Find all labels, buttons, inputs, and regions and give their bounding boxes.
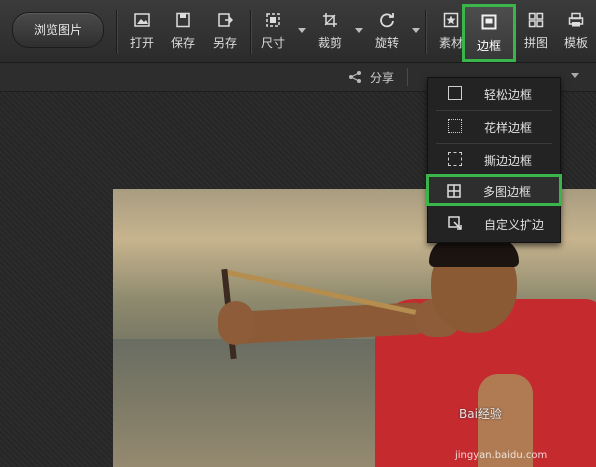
- tool-save-as[interactable]: 另存: [207, 10, 243, 56]
- tool-label: 保存: [170, 36, 195, 50]
- size-dropdown-arrow-icon[interactable]: [298, 28, 306, 33]
- share-icon: [349, 71, 361, 83]
- tool-template[interactable]: 模板: [558, 10, 594, 56]
- tool-label: 拼图: [523, 36, 548, 50]
- toolbar-divider: [250, 10, 252, 54]
- tool-label: 裁剪: [317, 36, 342, 50]
- tool-label: 另存: [212, 36, 237, 50]
- tool-label: 打开: [129, 36, 154, 50]
- tool-label: 边框: [476, 39, 501, 53]
- rotate-icon: [380, 13, 394, 28]
- multi-frame-icon: [447, 184, 461, 198]
- menu-item-label: 轻松边框: [484, 88, 533, 102]
- simple-frame-icon: [448, 86, 462, 100]
- menu-item-label: 花样边框: [484, 121, 533, 135]
- torn-frame-icon: [448, 152, 462, 166]
- crop-dropdown-arrow-icon[interactable]: [355, 28, 363, 33]
- menu-item-torn-frame[interactable]: 撕边边框: [428, 144, 560, 176]
- menu-item-simple-frame[interactable]: 轻松边框: [428, 78, 560, 110]
- custom-expand-icon: [448, 216, 462, 230]
- tool-label: 尺寸: [260, 36, 285, 50]
- watermark-logo: Bai经验: [459, 407, 502, 421]
- grid-icon: [528, 12, 544, 28]
- tool-border-selected[interactable]: 边框: [462, 4, 516, 62]
- resize-icon: [266, 13, 280, 27]
- menu-item-label: 撕边边框: [484, 154, 533, 168]
- tool-label: 旋转: [374, 36, 399, 50]
- share-button[interactable]: 分享: [370, 69, 394, 86]
- photo-hand: [218, 301, 254, 345]
- subbar-dropdown-arrow-icon[interactable]: [571, 73, 579, 78]
- watermark-url: jingyan.baidu.com: [455, 450, 548, 461]
- crop-icon: [323, 13, 337, 27]
- pattern-frame-icon: [448, 119, 462, 133]
- rotate-dropdown-arrow-icon[interactable]: [412, 28, 420, 33]
- menu-item-label: 多图边框: [483, 185, 532, 199]
- star-image-icon: [443, 12, 459, 28]
- menu-item-pattern-frame[interactable]: 花样边框: [428, 111, 560, 143]
- tool-size[interactable]: 尺寸: [255, 10, 291, 56]
- top-toolbar: 浏览图片 打开 保存 另存 尺寸 裁剪 旋转 素材 边框 拼图 模板: [0, 0, 596, 63]
- menu-item-custom-expand[interactable]: 自定义扩边: [428, 208, 560, 240]
- menu-item-label: 自定义扩边: [484, 218, 545, 232]
- printer-icon: [568, 12, 584, 27]
- save-as-icon: [218, 13, 233, 27]
- menu-item-multi-frame[interactable]: 多图边框: [426, 174, 562, 206]
- image-open-icon: [134, 13, 150, 27]
- tool-rotate[interactable]: 旋转: [369, 10, 405, 56]
- save-icon: [176, 12, 190, 28]
- browse-images-button[interactable]: 浏览图片: [12, 12, 104, 48]
- toolbar-divider: [116, 10, 118, 54]
- tool-crop[interactable]: 裁剪: [312, 10, 348, 56]
- tool-collage[interactable]: 拼图: [518, 10, 554, 56]
- border-dropdown-menu: 轻松边框 花样边框 撕边边框 多图边框 自定义扩边: [426, 77, 562, 243]
- subbar-divider: [407, 68, 408, 86]
- tool-label: 模板: [563, 36, 588, 50]
- toolbar-divider: [425, 10, 427, 54]
- frame-icon: [481, 14, 497, 30]
- tool-save[interactable]: 保存: [165, 10, 201, 56]
- tool-open[interactable]: 打开: [124, 10, 160, 56]
